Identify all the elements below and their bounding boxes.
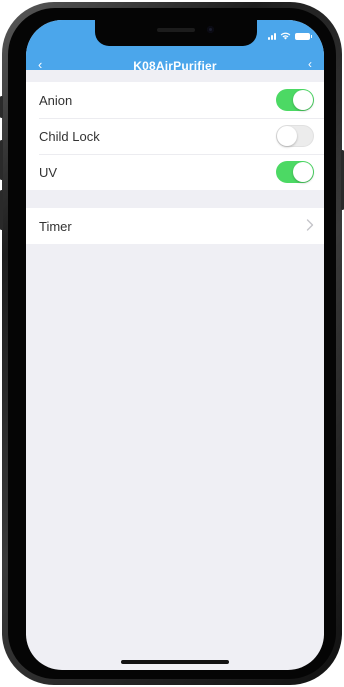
setting-row-child-lock: Child Lock [26, 118, 324, 154]
battery-icon [295, 32, 312, 40]
status-bar-icons [268, 32, 312, 40]
timer-label: Timer [39, 218, 72, 234]
page-title: K08AirPurifier [133, 59, 217, 73]
toggle-knob [293, 90, 313, 110]
silent-switch [0, 96, 3, 118]
volume-up-button [0, 140, 3, 180]
home-indicator[interactable] [121, 660, 229, 664]
toggle-knob [277, 126, 297, 146]
setting-row-uv: UV [26, 154, 324, 190]
timer-row[interactable]: Timer [26, 208, 324, 244]
chevron-right-icon [306, 219, 314, 231]
setting-row-anion: Anion [26, 82, 324, 118]
anion-toggle[interactable] [276, 89, 314, 111]
app-screen: ‹ K08AirPurifier ‹ Anion Child Lock UV T… [26, 20, 324, 670]
toggle-knob [293, 162, 313, 182]
front-camera [207, 26, 214, 33]
volume-down-button [0, 190, 3, 230]
device-notch [95, 20, 257, 46]
timer-section: Timer [26, 208, 324, 244]
speaker-grille [157, 28, 195, 32]
more-icon[interactable]: ‹ [308, 57, 312, 71]
child-lock-toggle[interactable] [276, 125, 314, 147]
toggle-settings-section: Anion Child Lock UV [26, 82, 324, 190]
uv-toggle[interactable] [276, 161, 314, 183]
setting-label: Child Lock [39, 128, 100, 144]
setting-label: UV [39, 164, 58, 180]
wifi-icon [280, 32, 291, 40]
setting-label: Anion [39, 92, 73, 108]
signal-icon [268, 32, 276, 40]
